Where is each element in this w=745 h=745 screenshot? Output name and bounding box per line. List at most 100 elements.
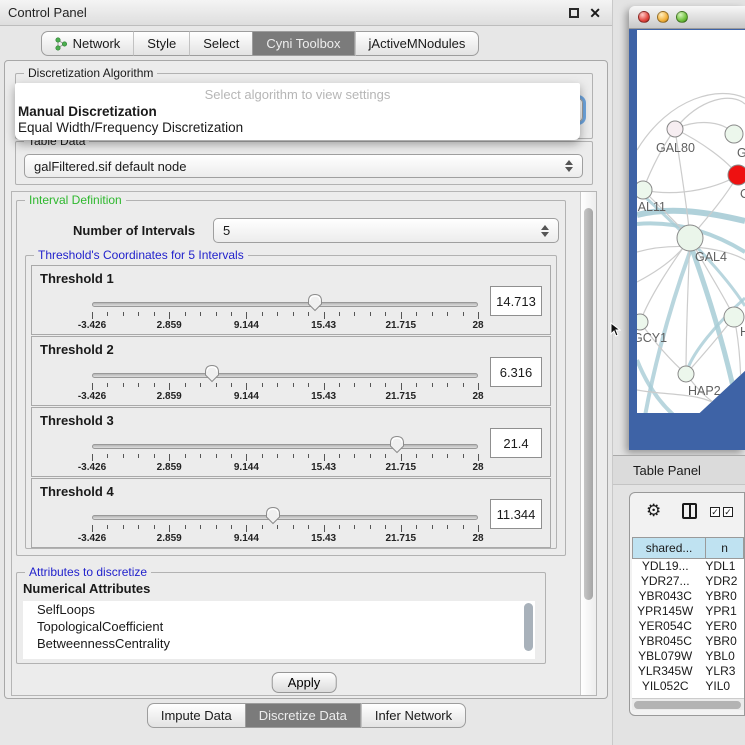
close-traffic-light[interactable]	[638, 11, 650, 23]
table-row[interactable]: YIL052C YIL0	[632, 679, 744, 694]
slider-track[interactable]	[92, 373, 478, 378]
table-cell[interactable]: YBL0	[705, 649, 744, 664]
tab-infer-network[interactable]: Infer Network	[361, 703, 466, 728]
slider-thumb[interactable]	[307, 293, 323, 312]
tab-impute-data[interactable]: Impute Data	[147, 703, 245, 728]
table-cell[interactable]: YBR0	[705, 634, 744, 649]
checked-checkbox-icon[interactable]: ✓	[723, 507, 733, 517]
slider-tick	[293, 454, 294, 458]
slider-tick-labels: -3.4262.8599.14415.4321.71528	[92, 320, 478, 332]
table-cell[interactable]: YIL0	[705, 679, 744, 694]
tab-discretize-data[interactable]: Discretize Data	[245, 703, 361, 728]
network-graph[interactable]: GAL80GACGAL11GAL4GCY1HHAP2	[637, 30, 745, 413]
table-row[interactable]: YLR345W YLR3	[632, 664, 744, 679]
slider-tick	[169, 312, 170, 319]
tab-jactivemnodules[interactable]: jActiveMNodules	[355, 31, 480, 56]
popup-item-manual-discretization[interactable]: Manual Discretization	[18, 104, 157, 119]
tab-network[interactable]: Network	[41, 31, 134, 56]
slider-thumb[interactable]	[389, 435, 405, 454]
table-row[interactable]: YBL079W YBL0	[632, 649, 744, 664]
attribute-list-item[interactable]: TopologicalCoefficient	[23, 618, 535, 635]
slider-track[interactable]	[92, 302, 478, 307]
threshold-value-input[interactable]: 14.713	[490, 286, 542, 316]
slider-thumb[interactable]	[204, 364, 220, 383]
apply-button[interactable]: Apply	[272, 672, 337, 693]
network-node-label: H	[740, 325, 745, 339]
float-window-icon[interactable]	[569, 8, 579, 18]
tab-label: Infer Network	[375, 708, 452, 723]
table-cell[interactable]: YIL052C	[632, 679, 698, 694]
split-columns-icon[interactable]	[682, 503, 697, 519]
slider-tick	[354, 383, 355, 387]
network-node[interactable]	[637, 314, 648, 330]
table-cell[interactable]: YLR345W	[632, 664, 698, 679]
scrollbar-thumb[interactable]	[634, 701, 741, 709]
tab-style[interactable]: Style	[133, 31, 189, 56]
slider-tick-label: -3.426	[78, 320, 106, 331]
column-header-name[interactable]: n	[706, 537, 744, 559]
table-cell[interactable]: YER054C	[632, 619, 698, 634]
table-cell[interactable]: YBL079W	[632, 649, 698, 664]
threshold-slider[interactable]: -3.4262.8599.14415.4321.71528	[92, 337, 478, 405]
network-node[interactable]	[637, 181, 652, 199]
network-node[interactable]	[667, 121, 683, 137]
table-cell[interactable]: YLR3	[705, 664, 744, 679]
network-node[interactable]	[725, 125, 743, 143]
table-row[interactable]: YDR27... YDR2	[632, 574, 744, 589]
slider-tick	[138, 312, 139, 316]
number-of-intervals-combobox[interactable]: 5	[213, 218, 559, 243]
list-scrollbar[interactable]	[522, 601, 535, 659]
table-row[interactable]: YDL19... YDL1	[632, 559, 744, 574]
table-row[interactable]: YER054C YER0	[632, 619, 744, 634]
network-canvas[interactable]: GAL80GACGAL11GAL4GCY1HHAP2	[637, 30, 745, 413]
table-cell[interactable]: YBR043C	[632, 589, 698, 604]
threshold-value-input[interactable]: 11.344	[490, 499, 542, 529]
table-row[interactable]: YPR145W YPR1	[632, 604, 744, 619]
popup-item-equal-width-frequency[interactable]: Equal Width/Frequency Discretization	[18, 120, 243, 135]
column-header-shared-name[interactable]: shared...	[632, 537, 706, 559]
network-node[interactable]	[677, 225, 703, 251]
table-cell[interactable]: YDL1	[705, 559, 744, 574]
threshold-slider[interactable]: -3.4262.8599.14415.4321.71528	[92, 408, 478, 476]
threshold-slider[interactable]: -3.4262.8599.14415.4321.71528	[92, 479, 478, 547]
network-node[interactable]	[713, 399, 729, 413]
settings-gear-icon[interactable]: ⚙	[646, 501, 661, 521]
table-row[interactable]: YBR045C YBR0	[632, 634, 744, 649]
table-cell[interactable]: YDL19...	[632, 559, 698, 574]
close-icon[interactable]: ✕	[589, 4, 601, 22]
table-cell[interactable]: YDR2	[705, 574, 744, 589]
table-cell[interactable]: YPR1	[705, 604, 744, 619]
table-cell[interactable]: YER0	[705, 619, 744, 634]
scrollbar-thumb[interactable]	[524, 603, 533, 651]
threshold-slider[interactable]: -3.4262.8599.14415.4321.71528	[92, 266, 478, 334]
attribute-list-item[interactable]: SelfLoops	[23, 601, 535, 618]
group-label: Attributes to discretize	[25, 565, 151, 579]
slider-ticks	[92, 454, 478, 462]
numerical-attributes-list[interactable]: SelfLoopsTopologicalCoefficientBetweenne…	[23, 601, 535, 659]
table-cell[interactable]: YBR045C	[632, 634, 698, 649]
network-node[interactable]	[728, 165, 745, 185]
slider-track[interactable]	[92, 444, 478, 449]
minimize-traffic-light[interactable]	[657, 11, 669, 23]
scrollbar-thumb[interactable]	[584, 208, 593, 600]
table-cell[interactable]: YPR145W	[632, 604, 698, 619]
network-node[interactable]	[724, 307, 744, 327]
horizontal-scrollbar[interactable]	[632, 698, 744, 710]
threshold-value-input[interactable]: 6.316	[490, 357, 542, 387]
table-row[interactable]: YBR043C YBR0	[632, 589, 744, 604]
tab-select[interactable]: Select	[189, 31, 252, 56]
table-data-combobox[interactable]: galFiltered.sif default node	[24, 154, 583, 178]
zoom-traffic-light[interactable]	[676, 11, 688, 23]
network-node[interactable]	[678, 366, 694, 382]
table-cell[interactable]: YBR0	[705, 589, 744, 604]
slider-thumb[interactable]	[265, 506, 281, 525]
slider-track[interactable]	[92, 515, 478, 520]
threshold-value-input[interactable]: 21.4	[490, 428, 542, 458]
slider-tick	[339, 383, 340, 387]
checked-checkbox-icon[interactable]: ✓	[710, 507, 720, 517]
slider-tick	[169, 525, 170, 532]
tab-cyni-toolbox[interactable]: Cyni Toolbox	[252, 31, 354, 56]
vertical-scrollbar[interactable]	[580, 192, 596, 695]
attribute-list-item[interactable]: BetweennessCentrality	[23, 635, 535, 652]
table-cell[interactable]: YDR27...	[632, 574, 698, 589]
